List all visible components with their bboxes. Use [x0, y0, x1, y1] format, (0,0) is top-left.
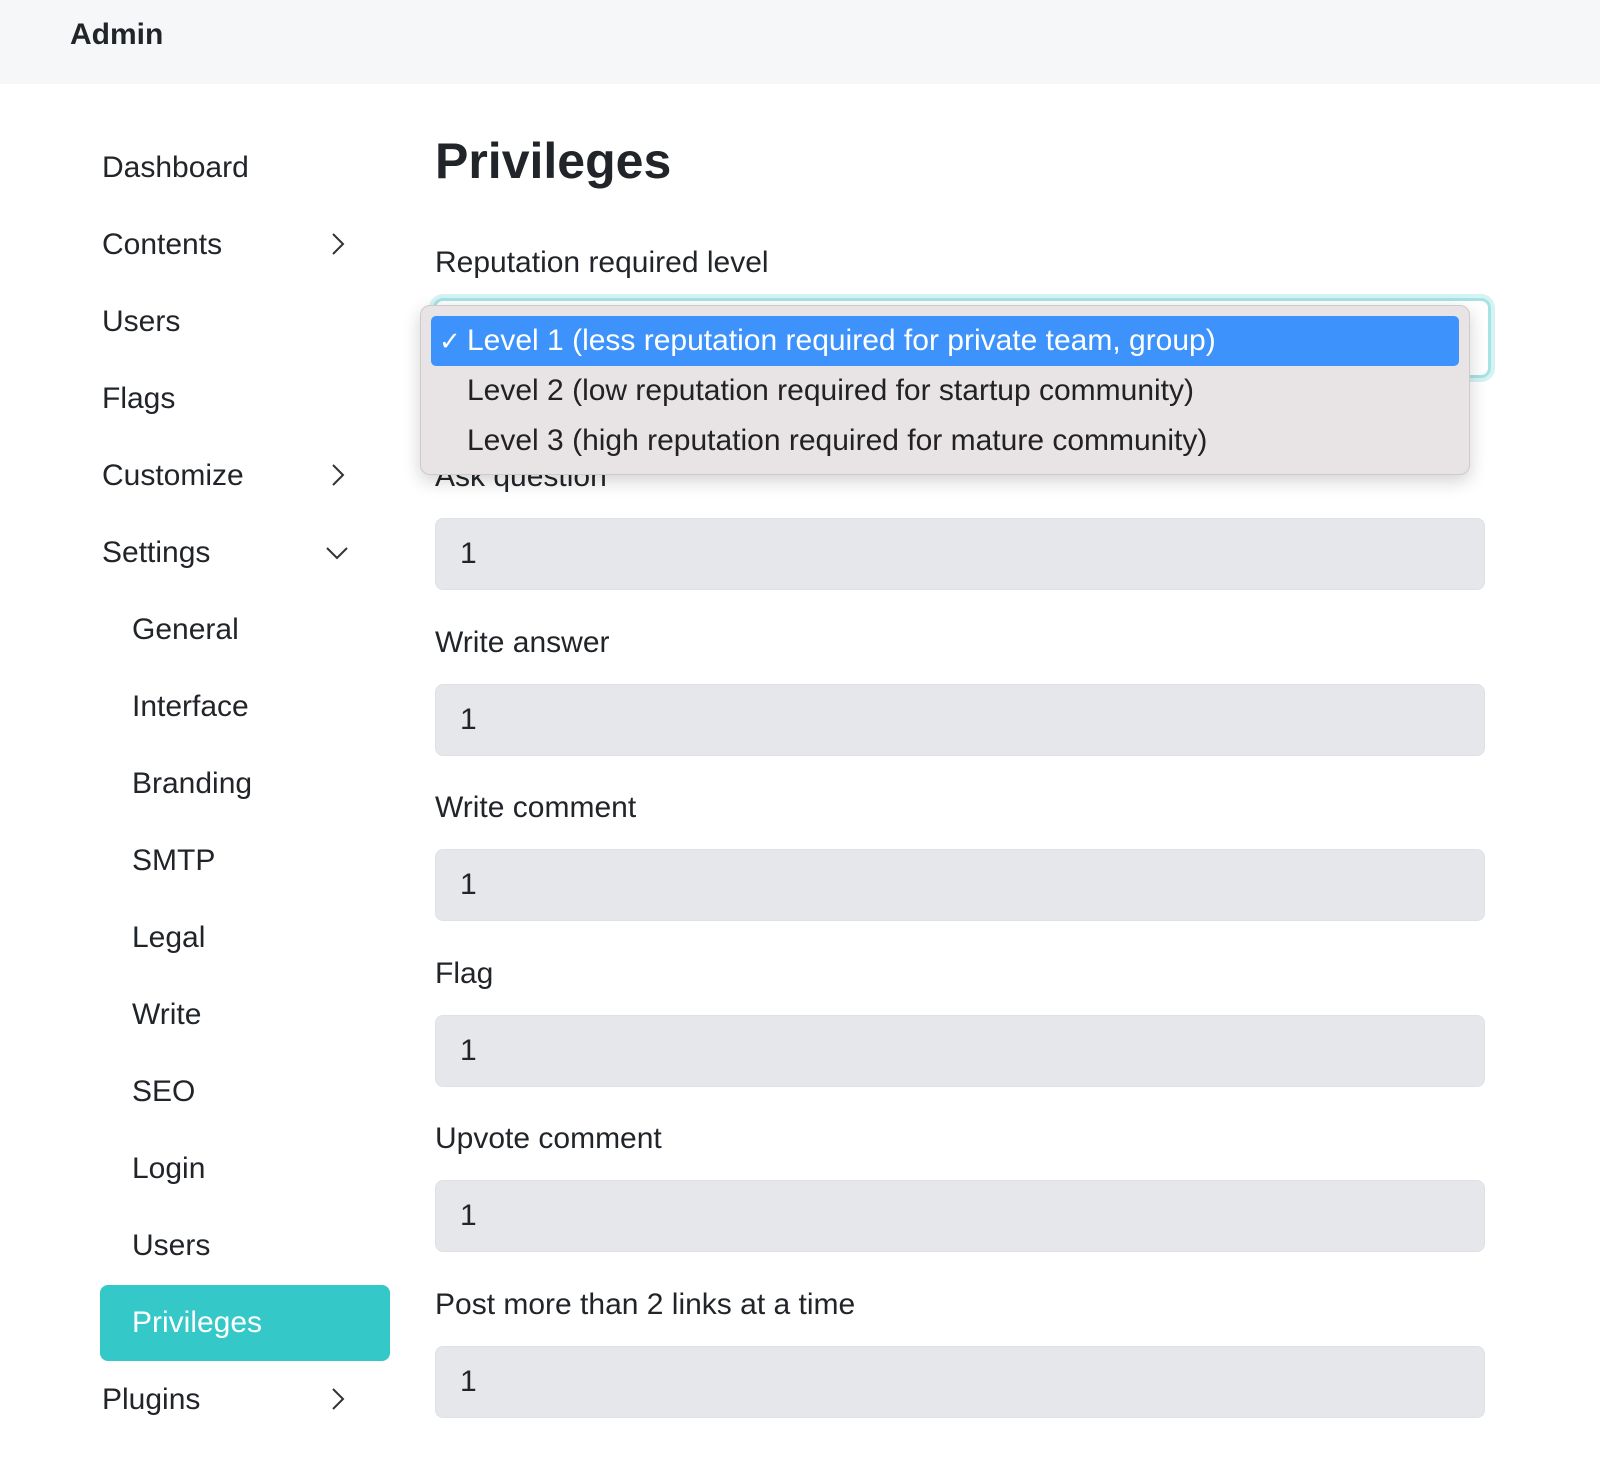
sidebar-item-label: Users [102, 305, 181, 338]
chevron-right-icon [324, 231, 350, 257]
checkmark-icon: ✓ [439, 325, 461, 356]
sidebar-item-smtp[interactable]: SMTP [100, 823, 390, 899]
sidebar-item-label: Legal [132, 921, 206, 954]
sidebar-item-users[interactable]: Users [100, 284, 390, 360]
sidebar-item-label: Write [132, 998, 202, 1031]
field-input[interactable] [435, 849, 1485, 921]
sidebar-item-plugins[interactable]: Plugins [100, 1362, 390, 1438]
sidebar-item-label: Privileges [132, 1306, 263, 1339]
level-option[interactable]: Level 3 (high reputation required for ma… [431, 416, 1459, 466]
field-label: Post more than 2 links at a time [435, 1287, 856, 1321]
sidebar-item-label: SMTP [132, 844, 216, 877]
sidebar-item-label: Contents [102, 228, 223, 261]
sidebar-item-label: Flags [102, 382, 176, 415]
field-input[interactable] [435, 1014, 1485, 1087]
chevron-down-icon [324, 539, 350, 565]
sidebar-item-label: Interface [132, 690, 249, 723]
chevron-right-icon [324, 462, 350, 488]
option-label: Level 2 (low reputation required for sta… [467, 374, 1195, 407]
sidebar-item-label: Plugins [102, 1383, 201, 1416]
sidebar-item-legal[interactable]: Legal [100, 900, 390, 976]
level-option[interactable]: ✓ Level 1 (less reputation required for p… [431, 316, 1459, 366]
sidebar-item-login[interactable]: Login [100, 1131, 390, 1207]
sidebar-item-customize[interactable]: Customize [100, 438, 390, 514]
sidebar-item-write[interactable]: Write [100, 977, 390, 1053]
sidebar-item-label: Dashboard [102, 151, 249, 184]
level-dropdown-menu: ✓ Level 1 (less reputation required for p… [420, 305, 1470, 475]
sidebar-item-interface[interactable]: Interface [100, 669, 390, 745]
sidebar-item-label: General [132, 613, 239, 646]
chevron-right-icon [324, 1386, 350, 1412]
field-input[interactable] [435, 1180, 1485, 1252]
field-label: Write answer [435, 625, 610, 659]
brand-title[interactable]: Admin [70, 18, 163, 52]
sidebar-item-general[interactable]: General [100, 592, 390, 668]
sidebar-item-label: Login [132, 1152, 206, 1185]
sidebar-item-seo[interactable]: SEO [100, 1054, 390, 1130]
sidebar-item-label: Users [132, 1229, 211, 1262]
sidebar-item-label: Customize [102, 459, 244, 492]
sidebar-item-settings[interactable]: Settings [100, 515, 390, 591]
sidebar-item-label: Settings [102, 536, 211, 569]
sidebar-item-privileges[interactable]: Privileges [100, 1285, 390, 1361]
sidebar-item-users[interactable]: Users [100, 1208, 390, 1284]
top-header: Admin [0, 0, 1600, 84]
sidebar-item-contents[interactable]: Contents [100, 207, 390, 283]
field-input[interactable] [435, 1345, 1485, 1418]
field-label: Upvote comment [435, 1122, 662, 1155]
sidebar-item-label: Branding [132, 767, 253, 800]
option-label: Level 1 (less reputation required for pr… [467, 324, 1216, 357]
option-label: Level 3 (high reputation required for ma… [467, 424, 1208, 457]
field-input[interactable] [435, 518, 1485, 590]
sidebar-item-label: SEO [132, 1075, 196, 1108]
field-input[interactable] [435, 683, 1485, 756]
field-label: Flag [435, 956, 494, 990]
level-option[interactable]: Level 2 (low reputation required for sta… [431, 366, 1459, 416]
field-label: Write comment [435, 791, 637, 824]
sidebar-item-dashboard[interactable]: Dashboard [100, 130, 390, 206]
level-label: Reputation required level [435, 246, 769, 279]
sidebar-item-flags[interactable]: Flags [100, 361, 390, 437]
page-title: Privileges [435, 133, 672, 189]
sidebar-item-branding[interactable]: Branding [100, 746, 390, 822]
